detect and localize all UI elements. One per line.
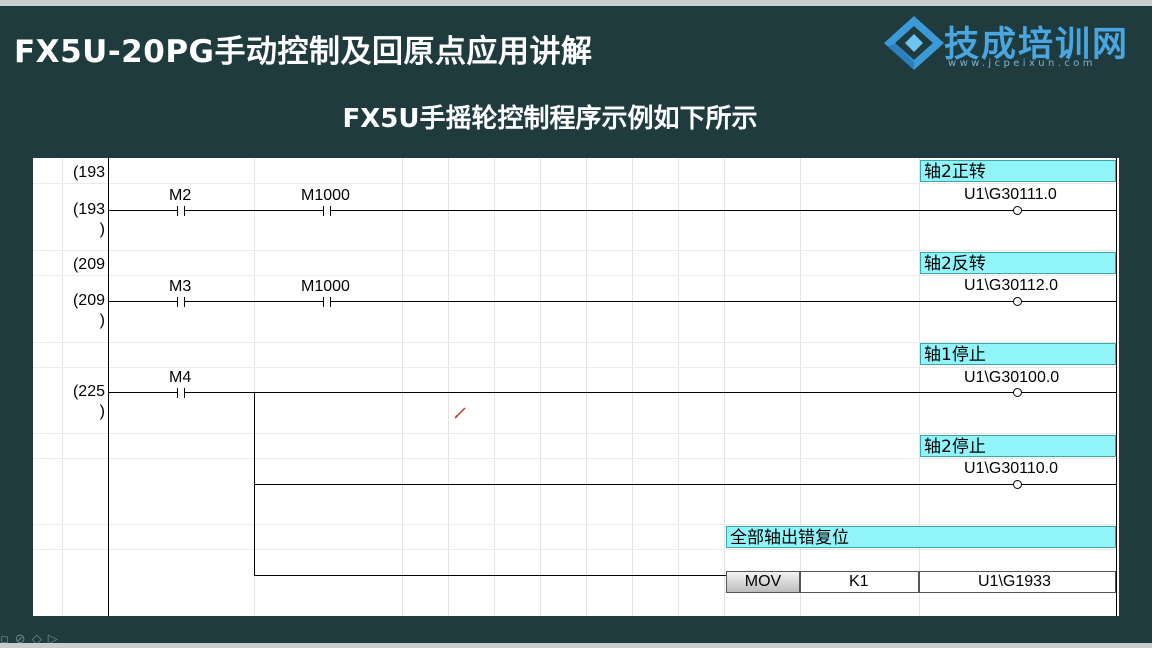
grid-line [586, 158, 587, 616]
device-comment: 轴1停止 [920, 343, 1116, 365]
contact-label: M4 [169, 369, 192, 386]
branch-wire [254, 575, 726, 576]
step-number: (193 [72, 164, 105, 181]
coil-label: U1\G30110.0 [964, 460, 1058, 477]
grid-line [724, 158, 725, 616]
no-contact-icon[interactable] [173, 388, 189, 398]
grid-line [33, 549, 1119, 550]
device-comment: 轴2反转 [920, 252, 1116, 274]
no-contact-icon[interactable] [319, 206, 335, 216]
pen-cursor-icon [454, 407, 466, 419]
grid-line [33, 433, 1119, 434]
step-number: (209 [72, 256, 105, 273]
left-power-rail [108, 158, 109, 616]
step-number: (225) [72, 383, 105, 420]
slide-subtitle: FX5U手摇轮控制程序示例如下所示 [342, 104, 758, 134]
no-contact-icon[interactable] [173, 206, 189, 216]
coil-label: U1\G30111.0 [964, 186, 1057, 203]
logo: 技成培训网 www.jcpeixun.com [882, 14, 1144, 74]
device-comment: 全部轴出错复位 [726, 526, 1116, 548]
grid-line [33, 183, 1119, 184]
grid-line [402, 158, 403, 616]
grid-line [33, 524, 1119, 525]
grid-line [678, 158, 679, 616]
device-comment: 轴2停止 [920, 435, 1116, 457]
mov-instruction[interactable]: MOV [726, 571, 800, 593]
right-power-rail [1116, 158, 1117, 616]
grid-line [494, 158, 495, 616]
contact-label: M2 [169, 187, 192, 204]
operand-label: U1\G1933 [978, 573, 1051, 590]
operand-label: K1 [849, 573, 869, 590]
grid-line [448, 158, 449, 616]
grid-line [540, 158, 541, 616]
instruction-operand[interactable]: K1 [800, 571, 919, 593]
step-number: (209) [72, 292, 105, 329]
rung-wire [108, 301, 1116, 302]
step-number: (193) [72, 201, 105, 238]
contact-label: M3 [169, 278, 192, 295]
grid-line [33, 458, 1119, 459]
grid-line [33, 275, 1119, 276]
contact-label: M1000 [301, 187, 350, 204]
logo-diamond-icon [884, 16, 944, 70]
grid-line [632, 158, 633, 616]
grid-line [33, 367, 1119, 368]
top-border [0, 0, 1152, 6]
contact-label: M1000 [301, 278, 350, 295]
coil-icon[interactable] [1013, 297, 1022, 306]
rung-wire [108, 210, 1116, 211]
coil-icon[interactable] [1013, 480, 1022, 489]
no-contact-icon[interactable] [319, 297, 335, 307]
slide-title: FX5U-20PG手动控制及回原点应用讲解 [14, 34, 593, 70]
rung-wire [108, 392, 1116, 393]
instruction-operand[interactable]: U1\G1933 [919, 571, 1116, 593]
no-contact-icon[interactable] [173, 297, 189, 307]
device-comment: 轴2正转 [920, 160, 1116, 182]
ladder-diagram: (193 (193) (209 (209) (225) M2 M1000 轴2正… [33, 158, 1119, 616]
branch-wire [254, 484, 1116, 485]
bottom-border [0, 643, 1152, 648]
logo-url: www.jcpeixun.com [948, 58, 1096, 69]
coil-icon[interactable] [1013, 388, 1022, 397]
coil-label: U1\G30112.0 [964, 277, 1058, 294]
grid-line [33, 250, 1119, 251]
coil-icon[interactable] [1013, 206, 1022, 215]
coil-label: U1\G30100.0 [964, 369, 1060, 386]
